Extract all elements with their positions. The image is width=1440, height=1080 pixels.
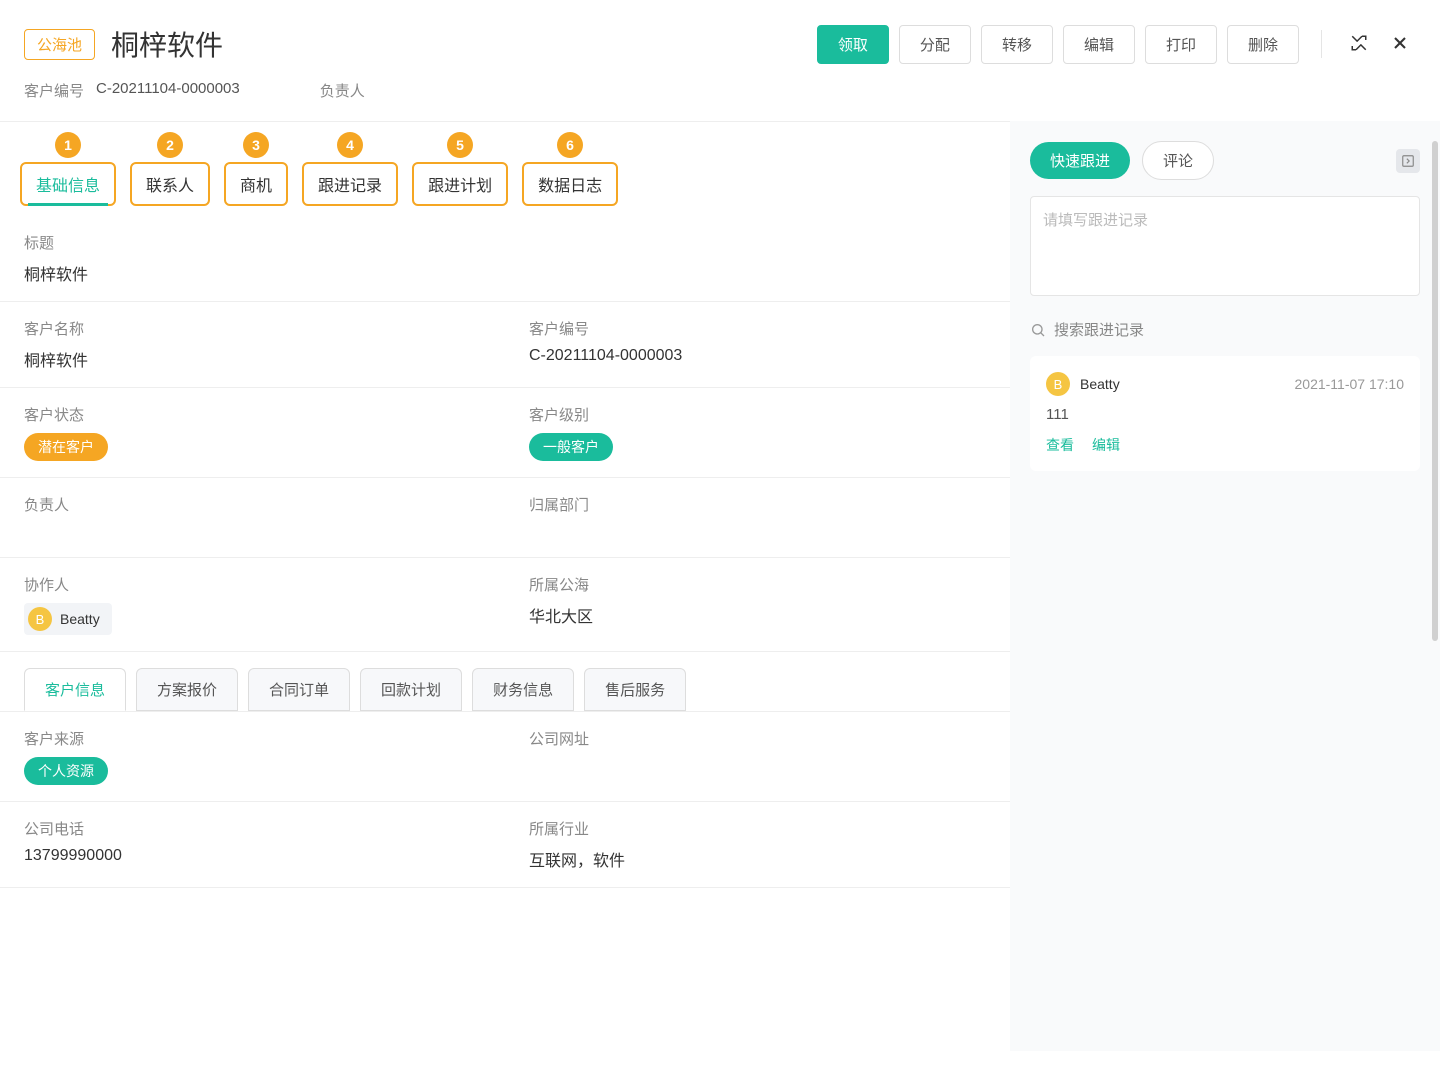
subtab-quote[interactable]: 方案报价	[136, 668, 238, 711]
sidebar-tab-followup[interactable]: 快速跟进	[1030, 142, 1130, 179]
print-button[interactable]: 打印	[1145, 25, 1217, 64]
record-author: Beatty	[1080, 376, 1120, 392]
subtab-contract[interactable]: 合同订单	[248, 668, 350, 711]
annotation-2: 2	[157, 132, 183, 158]
field-number-label: 客户编号	[529, 318, 986, 339]
annotation-1: 1	[55, 132, 81, 158]
field-status-label: 客户状态	[24, 404, 481, 425]
field-title-label: 标题	[24, 232, 986, 253]
level-badge: 一般客户	[529, 433, 613, 461]
tab-basic-info[interactable]: 1基础信息	[20, 162, 116, 206]
tab-label: 基础信息	[36, 178, 100, 195]
record-content: 111	[1046, 406, 1404, 423]
subtab-service[interactable]: 售后服务	[584, 668, 686, 711]
sidebar-tab-comment[interactable]: 评论	[1142, 141, 1214, 180]
field-website-label: 公司网址	[529, 728, 986, 749]
expand-icon[interactable]	[1344, 28, 1374, 61]
edit-button[interactable]: 编辑	[1063, 25, 1135, 64]
field-pool-label: 所属公海	[529, 574, 986, 595]
page-title: 桐梓软件	[111, 24, 817, 64]
field-industry-label: 所属行业	[529, 818, 986, 839]
tab-data-logs[interactable]: 6数据日志	[522, 162, 618, 206]
field-phone-label: 公司电话	[24, 818, 481, 839]
tab-label: 数据日志	[538, 178, 602, 195]
search-icon	[1030, 322, 1046, 338]
field-pool-value: 华北大区	[529, 603, 986, 627]
tab-followup-plans[interactable]: 5跟进计划	[412, 162, 508, 206]
customer-id-value: C-20211104-0000003	[96, 80, 240, 101]
field-level-label: 客户级别	[529, 404, 986, 425]
subtab-payment[interactable]: 回款计划	[360, 668, 462, 711]
field-owner-label: 负责人	[24, 494, 481, 515]
delete-button[interactable]: 删除	[1227, 25, 1299, 64]
field-name-label: 客户名称	[24, 318, 481, 339]
search-followup[interactable]: 搜索跟进记录	[1030, 319, 1420, 340]
tab-label: 商机	[240, 178, 272, 195]
tab-label: 联系人	[146, 178, 194, 195]
annotation-5: 5	[447, 132, 473, 158]
claim-button[interactable]: 领取	[817, 25, 889, 64]
source-badge: 个人资源	[24, 757, 108, 785]
tab-label: 跟进记录	[318, 178, 382, 195]
field-phone-value: 13799990000	[24, 847, 481, 865]
customer-id-label: 客户编号	[24, 80, 84, 101]
collaborator-name: Beatty	[60, 611, 100, 627]
field-name-value: 桐梓软件	[24, 347, 481, 371]
tab-followup-records[interactable]: 4跟进记录	[302, 162, 398, 206]
field-source-label: 客户来源	[24, 728, 481, 749]
avatar: B	[1046, 372, 1070, 396]
close-icon[interactable]	[1384, 27, 1416, 62]
annotation-4: 4	[337, 132, 363, 158]
scrollbar[interactable]	[1432, 141, 1438, 641]
search-placeholder: 搜索跟进记录	[1054, 319, 1144, 340]
tab-contacts[interactable]: 2联系人	[130, 162, 210, 206]
field-dept-label: 归属部门	[529, 494, 986, 515]
annotation-3: 3	[243, 132, 269, 158]
record-edit-link[interactable]: 编辑	[1092, 435, 1120, 455]
status-badge: 潜在客户	[24, 433, 108, 461]
tab-label: 跟进计划	[428, 178, 492, 195]
avatar: B	[28, 607, 52, 631]
collapse-sidebar-icon[interactable]	[1396, 149, 1420, 173]
collaborator-chip[interactable]: B Beatty	[24, 603, 112, 635]
field-title-value: 桐梓软件	[24, 261, 986, 285]
subtab-customer-info[interactable]: 客户信息	[24, 668, 126, 711]
record-time: 2021-11-07 17:10	[1295, 376, 1405, 392]
field-collab-label: 协作人	[24, 574, 481, 595]
field-industry-value: 互联网，软件	[529, 847, 986, 871]
tab-opportunities[interactable]: 3商机	[224, 162, 288, 206]
subtab-finance[interactable]: 财务信息	[472, 668, 574, 711]
transfer-button[interactable]: 转移	[981, 25, 1053, 64]
owner-label: 负责人	[320, 80, 365, 101]
divider	[1321, 30, 1322, 58]
pool-badge: 公海池	[24, 29, 95, 60]
followup-record: B Beatty 2021-11-07 17:10 111 查看 编辑	[1030, 356, 1420, 471]
annotation-6: 6	[557, 132, 583, 158]
field-number-value: C-20211104-0000003	[529, 347, 986, 365]
followup-input[interactable]	[1030, 196, 1420, 296]
assign-button[interactable]: 分配	[899, 25, 971, 64]
record-view-link[interactable]: 查看	[1046, 435, 1074, 455]
